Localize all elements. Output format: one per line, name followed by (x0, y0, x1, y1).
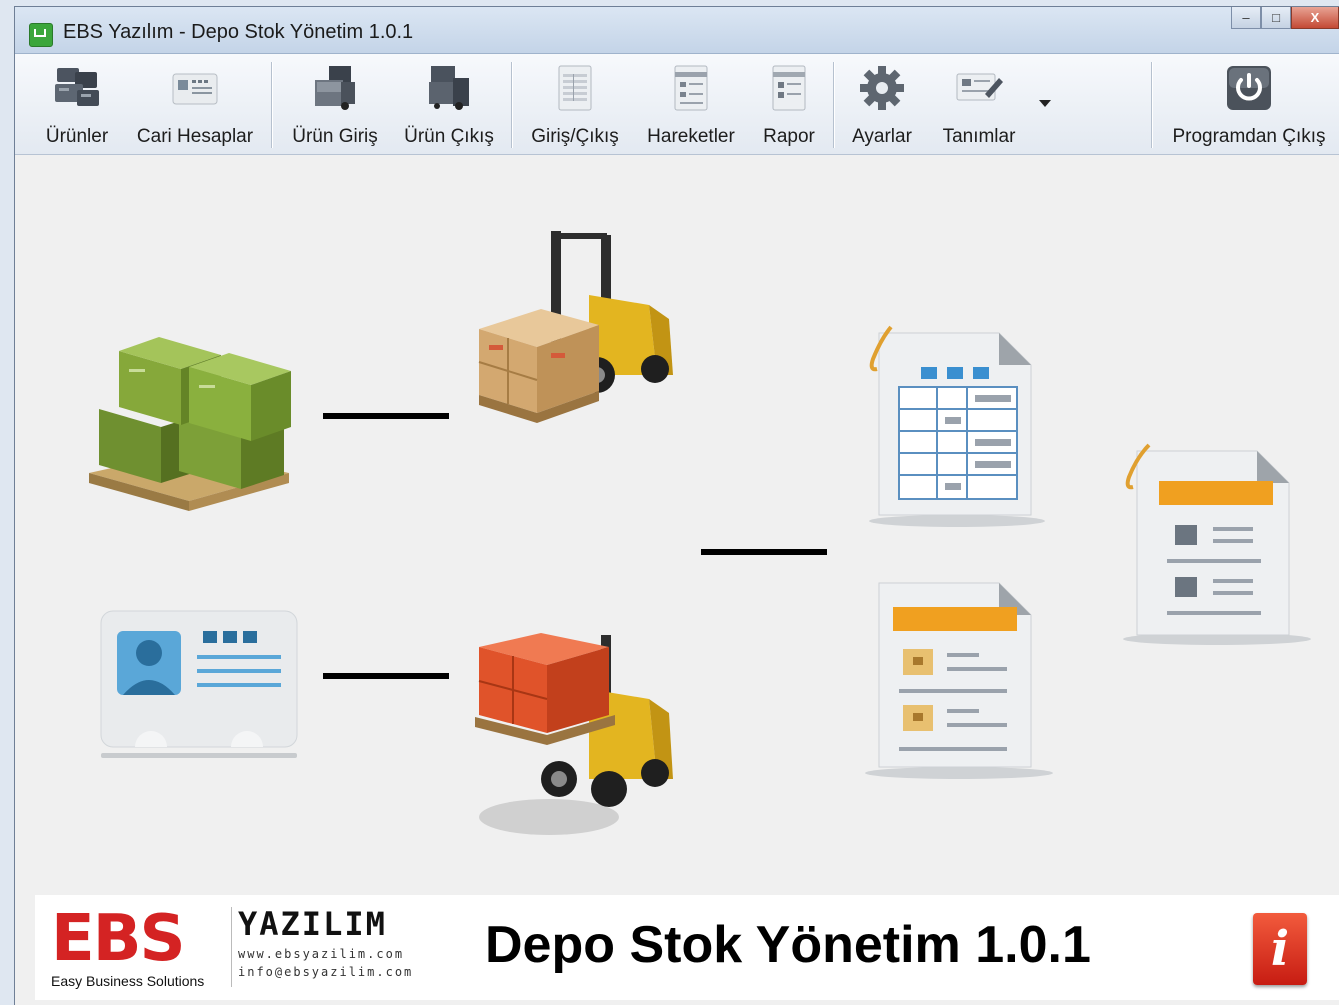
close-button[interactable]: X (1291, 7, 1339, 29)
product-entry-shortcut-forklift-icon[interactable] (469, 225, 679, 435)
toolbar-label: Rapor (763, 126, 815, 147)
report-shortcut-document-icon[interactable] (1117, 439, 1317, 654)
app-icon (29, 23, 53, 47)
product-title: Depo Stok Yönetim 1.0.1 (485, 916, 1091, 974)
toolbar-separator (1151, 62, 1153, 148)
toolbar-hareketler-button[interactable]: Hareketler (639, 58, 743, 150)
report-icon (763, 62, 815, 114)
company-website: www.ebsyazilim.com (238, 947, 405, 961)
company-email: info@ebsyazilim.com (238, 965, 414, 979)
toolbar-separator (271, 62, 273, 148)
toolbar-label: Hareketler (647, 126, 735, 147)
toolbar-label: Cari Hesaplar (136, 126, 254, 147)
server-boxes-icon (51, 62, 103, 114)
title-bar[interactable]: EBS Yazılım - Depo Stok Yönetim 1.0.1 – … (15, 7, 1339, 54)
products-shortcut-pallet-boxes-icon[interactable] (79, 323, 299, 513)
company-contact: YAZILIM www.ebsyazilim.com info@ebsyazil… (231, 907, 413, 987)
gear-icon (856, 62, 908, 114)
window-controls: – □ X (1231, 7, 1339, 29)
dashboard-area (39, 159, 1339, 891)
toolbar-overflow-chevron-down-icon[interactable] (1039, 100, 1051, 107)
connector-line (323, 673, 449, 679)
toolbar-cari-hesaplar-button[interactable]: Cari Hesaplar (133, 58, 257, 150)
toolbar-ayarlar-button[interactable]: Ayarlar (845, 58, 919, 150)
footer-banner: EBS Easy Business Solutions YAZILIM www.… (35, 895, 1339, 1000)
toolbar-separator (833, 62, 835, 148)
company-name: YAZILIM (238, 905, 387, 943)
info-icon[interactable]: i (1253, 913, 1307, 985)
toolbar-label: Ürün Giriş (292, 126, 378, 147)
toolbar-label: Programdan Çıkış (1172, 126, 1326, 147)
movements-shortcut-document-icon[interactable] (859, 571, 1059, 783)
toolbar-tanimlar-button[interactable]: Tanımlar (933, 58, 1025, 150)
minimize-button[interactable]: – (1231, 7, 1261, 29)
maximize-button[interactable]: □ (1261, 7, 1291, 29)
sheet-icon (549, 62, 601, 114)
box-out-icon (423, 62, 475, 114)
toolbar: Ürünler Cari Hesaplar Ürün Giriş Ürün Çı… (15, 54, 1339, 155)
toolbar-label: Ayarlar (852, 126, 912, 147)
inout-shortcut-table-document-icon[interactable] (859, 319, 1049, 534)
accounts-shortcut-id-card-icon[interactable] (95, 603, 305, 763)
toolbar-label: Ürün Çıkış (404, 126, 494, 147)
definition-edit-icon (953, 62, 1005, 114)
document-list-icon (665, 62, 717, 114)
app-window: EBS Yazılım - Depo Stok Yönetim 1.0.1 – … (14, 6, 1339, 1005)
toolbar-giris-cikis-button[interactable]: Giriş/Çıkış (527, 58, 623, 150)
ebs-logo: EBS Easy Business Solutions (51, 902, 227, 989)
connector-line (323, 413, 449, 419)
window-title: EBS Yazılım - Depo Stok Yönetim 1.0.1 (63, 21, 414, 43)
ebs-logo-letters: EBS (51, 902, 186, 976)
power-icon (1223, 62, 1275, 114)
ebs-logo-subtitle: Easy Business Solutions (51, 973, 205, 989)
toolbar-urun-cikis-button[interactable]: Ürün Çıkış (401, 58, 497, 150)
toolbar-rapor-button[interactable]: Rapor (755, 58, 823, 150)
id-card-icon (169, 62, 221, 114)
connector-line (701, 549, 827, 555)
toolbar-separator (511, 62, 513, 148)
toolbar-label: Giriş/Çıkış (531, 126, 619, 147)
toolbar-label: Tanımlar (942, 126, 1016, 147)
toolbar-urunler-button[interactable]: Ürünler (37, 58, 117, 150)
toolbar-urun-giris-button[interactable]: Ürün Giriş (287, 58, 383, 150)
toolbar-label: Ürünler (45, 126, 109, 147)
toolbar-exit-button[interactable]: Programdan Çıkış (1167, 58, 1331, 150)
box-in-icon (309, 62, 361, 114)
product-exit-shortcut-forklift-icon[interactable] (469, 629, 679, 839)
